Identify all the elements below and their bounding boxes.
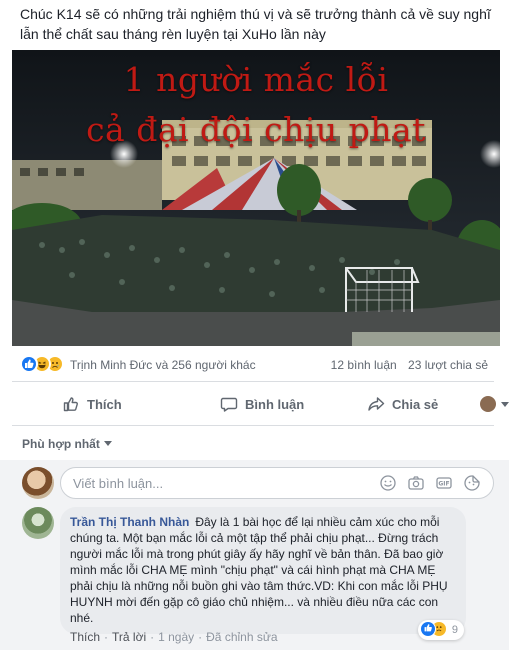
photo-overlay-line1: 1 người mắc lỗi [123, 60, 389, 99]
action-bar: Thích Bình luận Chia sẻ [12, 385, 509, 423]
reaction-selector[interactable] [480, 385, 509, 423]
share-label: Chia sẻ [392, 396, 439, 412]
like-icon [20, 355, 38, 373]
comment-reply-link[interactable]: Trả lời [112, 630, 146, 644]
comment-time[interactable]: 1 ngày [158, 630, 194, 644]
comment-label: Bình luận [245, 396, 305, 412]
comment-reactions[interactable]: 9 [418, 620, 464, 640]
chevron-down-icon [501, 401, 509, 407]
comment-reaction-count: 9 [451, 624, 458, 636]
avatar [480, 396, 496, 412]
comment-text: Đây là 1 bài học để lại nhiều cảm xúc ch… [70, 515, 448, 625]
reaction-icons[interactable] [20, 355, 66, 373]
reaction-names[interactable]: Trịnh Minh Đức và 256 người khác [70, 358, 256, 372]
shares-count[interactable]: 23 lượt chia sẻ [408, 358, 488, 372]
comment-input[interactable]: Viết bình luận... GIF [60, 467, 494, 499]
post-text: Chúc K14 sẽ có những trải nghiệm thú vị … [20, 6, 491, 42]
comment-like-link[interactable]: Thích [70, 630, 100, 644]
comment-button[interactable]: Bình luận [220, 385, 304, 423]
photo-overlay-line2: cả đại đội chịu phạt [86, 110, 426, 149]
gif-icon[interactable]: GIF [435, 474, 453, 492]
comment-icon [220, 397, 238, 412]
comment-edited[interactable]: Đã chỉnh sửa [206, 630, 277, 644]
share-icon [368, 397, 385, 411]
comment-author[interactable]: Trần Thị Thanh Nhàn [70, 515, 189, 529]
sticker-icon[interactable] [463, 474, 481, 492]
chevron-down-icon [103, 441, 112, 446]
comment-bubble: Trần Thị Thanh Nhàn Đây là 1 bài học để l… [60, 507, 466, 634]
composer-avatar[interactable] [22, 467, 54, 499]
camera-icon[interactable] [407, 474, 425, 492]
like-label: Thích [87, 396, 122, 412]
reaction-stats: Trịnh Minh Đức và 256 người khác 12 bình… [20, 350, 494, 376]
svg-text:GIF: GIF [438, 481, 449, 488]
commenter-avatar[interactable] [22, 507, 54, 539]
comment-placeholder: Viết bình luận... [73, 476, 164, 491]
post-photo[interactable]: 1 người mắc lỗi cả đại đội chịu phạt [12, 50, 500, 346]
like-button[interactable]: Thích [62, 385, 122, 423]
divider-bottom [12, 425, 494, 426]
comments-count[interactable]: 12 bình luận [331, 358, 397, 372]
post-card: Chúc K14 sẽ có những trải nghiệm thú vị … [0, 0, 509, 650]
comment-sort[interactable]: Phù hợp nhất [22, 437, 112, 451]
thumbs-up-icon [63, 397, 78, 412]
emoji-icon[interactable] [379, 474, 397, 492]
comment-actions: Thích · Trả lời · 1 ngày · Đã chỉnh sửa [70, 630, 278, 644]
like-icon [420, 621, 436, 637]
sort-label: Phù hợp nhất [22, 437, 100, 451]
share-button[interactable]: Chia sẻ [367, 385, 438, 423]
divider-top [12, 381, 494, 382]
